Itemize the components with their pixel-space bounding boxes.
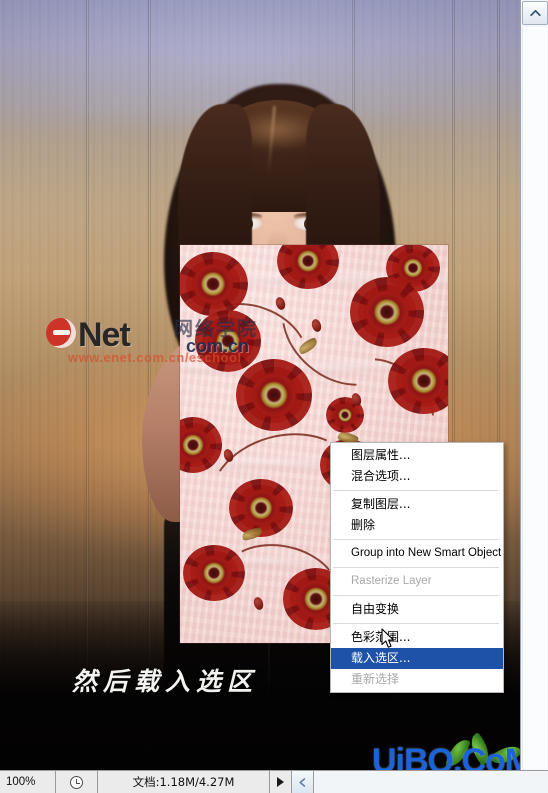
tutorial-caption: 然后载入选区 [72,667,259,696]
arrow-left-icon [299,777,306,787]
scroll-up-button[interactable] [522,1,548,25]
photoshop-window: Net 网络学院 com.cn www.enet.com.cn/eschool … [0,0,548,793]
document-size-value: 文档:1.18M/4.27M [132,775,235,789]
embroidered-flower [349,277,425,347]
embroidered-flower [229,478,293,538]
scroll-left-button[interactable] [292,771,314,793]
menu-item-duplicate-layer[interactable]: 复制图层... [331,494,503,515]
image-canvas[interactable]: Net 网络学院 com.cn www.enet.com.cn/eschool … [0,0,520,770]
flower-petals [235,359,313,431]
vertical-scrollbar[interactable] [520,0,548,770]
zoom-level-field[interactable]: 100% [0,771,56,793]
menu-item-rasterize-layer: Rasterize Layer [351,575,432,587]
flower-petals [194,310,262,372]
triangle-right-icon [277,777,284,787]
menu-item-group-into-new-smart-object[interactable]: Group into New Smart Object [331,543,503,564]
menu-item-layer-properties[interactable]: 图层属性... [331,445,503,466]
embroidered-flower [194,310,262,372]
embroidered-flower [183,544,245,602]
menu-item-free-transform[interactable]: 自由变换 [331,599,503,620]
menu-separator [333,567,499,568]
embroidered-flower [180,416,223,474]
menu-separator [333,490,499,491]
menu-item-load-selection[interactable]: 载入选区... [331,648,503,669]
flower-petals [349,277,425,347]
menu-item-blending-options[interactable]: 混合选项... [331,466,503,487]
status-bar-filler [314,771,548,793]
menu-item-color-range[interactable]: 色彩范围... [331,627,503,648]
menu-separator [333,595,499,596]
menu-separator [333,539,499,540]
zoom-level-value: 100% [6,776,36,788]
chevron-up-icon [529,9,541,17]
menu-separator [333,623,499,624]
embroidered-flower [277,245,339,290]
clock-icon [70,775,83,789]
status-menu-button[interactable] [270,771,292,793]
embroidered-flower [388,347,448,415]
flower-petals [180,252,248,316]
flower-petals [183,544,245,602]
document-size-field[interactable]: 文档:1.18M/4.27M [98,771,270,793]
menu-item-reselect: 重新选择 [351,672,400,686]
scrollbar-track[interactable] [522,27,547,769]
menu-item-delete[interactable]: 删除 [331,515,503,536]
embroidered-flower [235,359,313,431]
embroidered-flower [180,252,248,316]
timing-indicator[interactable] [56,771,98,793]
layer-context-menu[interactable]: 图层属性... 混合选项... 复制图层... 删除 Group into New Sm… [330,442,504,693]
status-bar: 100% 文档:1.18M/4.27M [0,770,548,793]
